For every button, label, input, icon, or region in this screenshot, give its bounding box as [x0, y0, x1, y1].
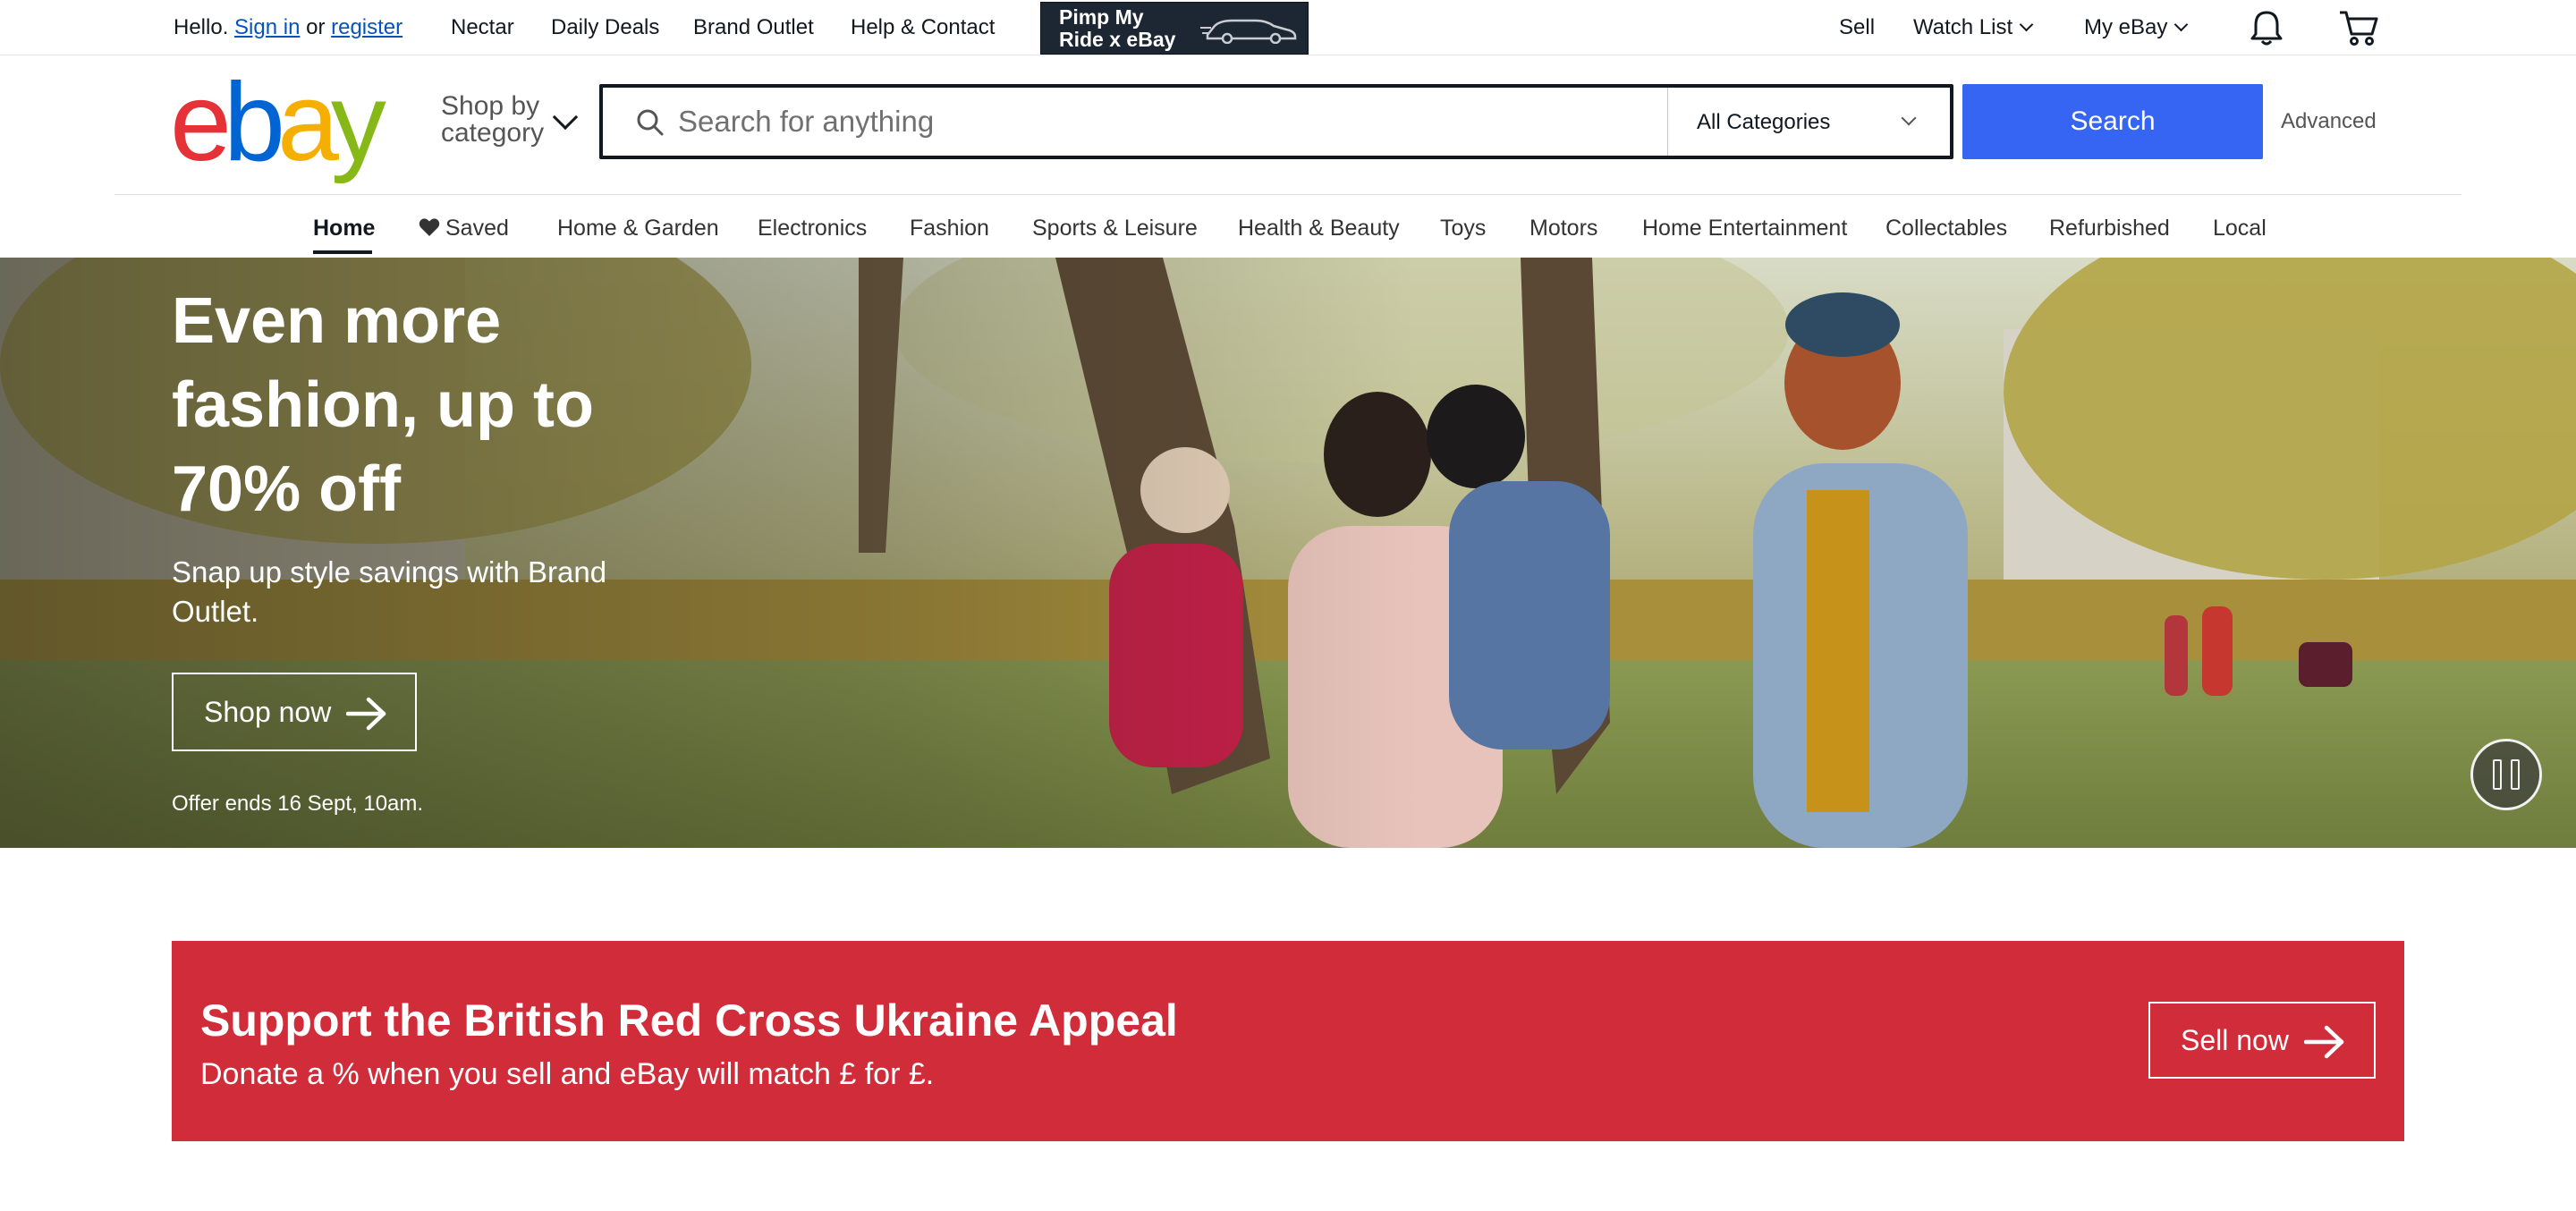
my-ebay-label: My eBay: [2084, 15, 2168, 39]
nav-item-local[interactable]: Local: [2213, 215, 2267, 241]
search-box: All Categories: [599, 84, 1953, 159]
cart-icon[interactable]: [2338, 9, 2379, 47]
pause-carousel-button[interactable]: [2470, 739, 2542, 810]
sell-now-button[interactable]: Sell now: [2148, 1002, 2376, 1079]
nav-item-health-beauty[interactable]: Health & Beauty: [1238, 215, 1400, 241]
nav-item-refurbished[interactable]: Refurbished: [2049, 215, 2170, 241]
nav-item-collectables[interactable]: Collectables: [1885, 215, 2007, 241]
nav-item-electronics[interactable]: Electronics: [758, 215, 867, 241]
shop-now-button[interactable]: Shop now: [172, 673, 417, 751]
hero-offer-text: Offer ends 16 Sept, 10am.: [172, 792, 424, 816]
sell-now-label: Sell now: [2181, 1023, 2289, 1056]
greeting-text: Hello.: [174, 15, 229, 39]
header-divider: [114, 194, 2462, 195]
nav-item-motors[interactable]: Motors: [1530, 215, 1597, 241]
pimp-my-ride-promo-banner[interactable]: Pimp My Ride x eBay: [1040, 2, 1309, 55]
logo-letter-a: a: [276, 61, 339, 184]
hero-title: Even more fashion, up to 70% off: [172, 285, 594, 525]
logo-letter-y: y: [330, 61, 386, 184]
nectar-link[interactable]: Nectar: [451, 14, 514, 41]
car-icon: [1200, 19, 1297, 44]
advanced-search-link[interactable]: Advanced: [2281, 109, 2377, 134]
sign-in-link[interactable]: Sign in: [234, 15, 300, 39]
nav-item-home[interactable]: Home: [313, 215, 375, 241]
arrow-right-icon: [2304, 1025, 2344, 1059]
chevron-down-icon: [1901, 110, 1917, 126]
category-select-value: All Categories: [1697, 110, 1831, 134]
help-contact-link[interactable]: Help & Contact: [851, 14, 995, 41]
appeal-title: Support the British Red Cross Ukraine Ap…: [200, 995, 1178, 1046]
brand-outlet-link[interactable]: Brand Outlet: [693, 14, 814, 41]
my-ebay-dropdown[interactable]: My eBay: [2084, 14, 2189, 41]
nav-item-home-entertainment[interactable]: Home Entertainment: [1642, 215, 1847, 241]
daily-deals-link[interactable]: Daily Deals: [551, 14, 659, 41]
chevron-down-icon: [2019, 17, 2034, 32]
search-input[interactable]: [678, 93, 1581, 150]
shop-now-label: Shop now: [204, 695, 332, 728]
nav-item-toys[interactable]: Toys: [1440, 215, 1486, 241]
sell-link[interactable]: Sell: [1839, 14, 1875, 41]
register-link[interactable]: register: [331, 15, 402, 39]
category-select[interactable]: All Categories: [1667, 88, 1953, 156]
nav-item-sports-leisure[interactable]: Sports & Leisure: [1032, 215, 1198, 241]
search-icon: [637, 109, 664, 136]
nav-item-saved[interactable]: Saved: [419, 215, 509, 241]
search-button[interactable]: Search: [1962, 84, 2263, 159]
red-cross-appeal-banner: Support the British Red Cross Ukraine Ap…: [172, 941, 2404, 1141]
nav-item-fashion[interactable]: Fashion: [910, 215, 989, 241]
logo-letter-e: e: [170, 61, 232, 184]
nav-item-saved-label: Saved: [445, 216, 509, 241]
promo-banner-text: Pimp My Ride x eBay: [1059, 5, 1176, 51]
or-text: or: [306, 15, 326, 39]
hero-banner: Even more fashion, up to 70% off Snap up…: [0, 258, 2576, 848]
logo-letter-b: b: [223, 61, 285, 184]
hero-subtitle: Snap up style savings with Brand Outlet.: [172, 555, 607, 628]
arrow-right-icon: [346, 697, 386, 731]
greeting-line: Hello. Sign in or register: [174, 14, 402, 41]
ebay-logo[interactable]: ebay: [170, 67, 386, 178]
watch-list-label: Watch List: [1913, 15, 2013, 39]
heart-icon: [419, 218, 440, 236]
nav-item-home-garden[interactable]: Home & Garden: [557, 215, 719, 241]
top-utility-bar: Hello. Sign in or register Nectar Daily …: [0, 0, 2576, 55]
appeal-subtitle: Donate a % when you sell and eBay will m…: [200, 1057, 935, 1091]
watch-list-dropdown[interactable]: Watch List: [1913, 14, 2034, 41]
active-tab-indicator: [313, 250, 372, 254]
bell-icon[interactable]: [2249, 9, 2284, 47]
chevron-down-icon: [2174, 17, 2189, 32]
